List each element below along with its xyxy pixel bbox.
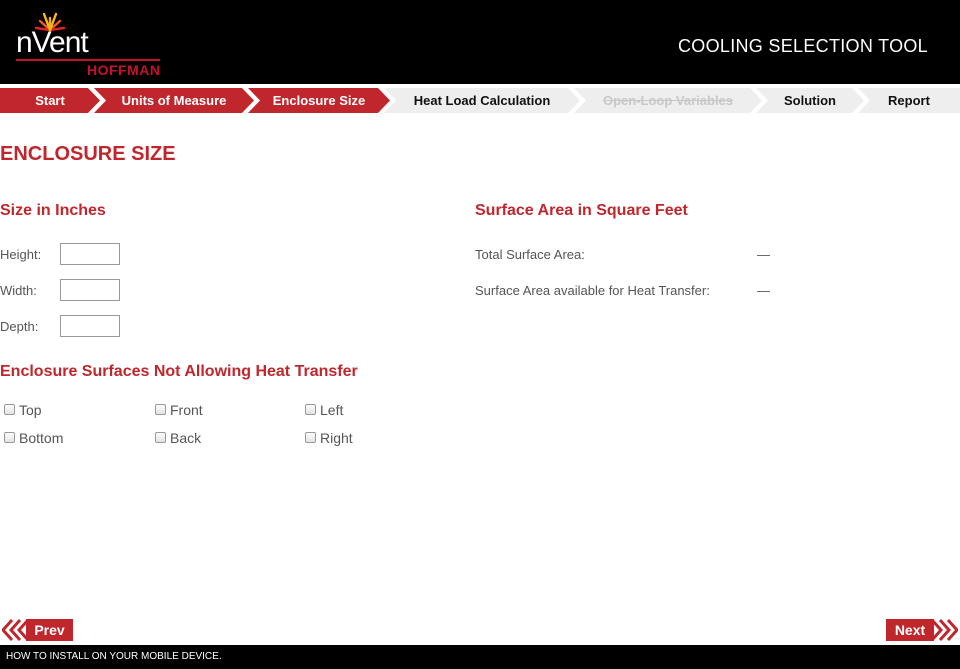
- checkbox-top[interactable]: Top: [4, 402, 42, 418]
- app-footer: HOW TO INSTALL ON YOUR MOBILE DEVICE.: [0, 645, 960, 669]
- progress-steps: Start Units of Measure Enclosure Size He…: [0, 88, 960, 113]
- step-open-loop-variables: Open-Loop Variables: [574, 88, 762, 113]
- step-report[interactable]: Report: [858, 88, 960, 113]
- height-label: Height:: [0, 247, 42, 262]
- step-enclosure-size[interactable]: Enclosure Size: [248, 88, 390, 113]
- checkbox-box[interactable]: [305, 403, 316, 415]
- step-label: Open-Loop Variables: [602, 93, 734, 108]
- total-surface-area-label: Total Surface Area:: [475, 247, 585, 262]
- surfaces-section-title: Enclosure Surfaces Not Allowing Heat Tra…: [0, 363, 358, 380]
- next-button-label: Next: [886, 619, 934, 641]
- checkbox-label: Right: [320, 430, 353, 446]
- checkbox-label: Front: [170, 402, 203, 418]
- app-header: nVent HOFFMAN COOLING SELECTION TOOL: [0, 0, 960, 84]
- next-button[interactable]: Next: [886, 619, 958, 641]
- step-label: Solution: [784, 93, 836, 108]
- checkbox-front[interactable]: Front: [155, 402, 203, 418]
- checkbox-bottom[interactable]: Bottom: [4, 430, 63, 446]
- checkbox-label: Bottom: [19, 430, 64, 446]
- checkbox-back[interactable]: Back: [155, 430, 201, 446]
- available-surface-area-label: Surface Area available for Heat Transfer…: [475, 283, 710, 298]
- prev-button[interactable]: Prev: [2, 619, 74, 641]
- checkbox-right[interactable]: Right: [305, 430, 353, 446]
- height-input[interactable]: [60, 243, 120, 265]
- checkbox-box[interactable]: [4, 403, 15, 415]
- logo-underline: [16, 59, 160, 61]
- step-start[interactable]: Start: [0, 88, 100, 113]
- total-surface-area-value: —: [757, 247, 770, 262]
- step-units-of-measure[interactable]: Units of Measure: [94, 88, 254, 113]
- step-heat-load-calculation[interactable]: Heat Load Calculation: [384, 88, 580, 113]
- step-label: Heat Load Calculation: [413, 93, 551, 108]
- double-chevron-right-icon: [930, 619, 958, 641]
- prev-button-label: Prev: [26, 619, 73, 641]
- checkbox-label: Top: [19, 402, 42, 418]
- step-label: Units of Measure: [121, 93, 227, 108]
- step-label: Enclosure Size: [272, 93, 366, 108]
- logo-sub-text: HOFFMAN: [87, 62, 161, 78]
- available-surface-area-value: —: [757, 283, 770, 298]
- step-label: Report: [888, 93, 930, 108]
- nvent-hoffman-logo[interactable]: nVent HOFFMAN: [16, 8, 166, 78]
- depth-label: Depth:: [0, 319, 39, 334]
- checkbox-label: Left: [320, 402, 344, 418]
- size-section-title: Size in Inches: [0, 202, 106, 219]
- page-title: ENCLOSURE SIZE: [0, 143, 176, 165]
- surface-area-section-title: Surface Area in Square Feet: [475, 202, 688, 219]
- app-title: COOLING SELECTION TOOL: [678, 36, 928, 56]
- checkbox-box[interactable]: [155, 403, 166, 415]
- checkbox-box[interactable]: [305, 431, 316, 443]
- checkbox-label: Back: [170, 430, 202, 446]
- checkbox-box[interactable]: [4, 431, 15, 443]
- logo-brand-text: nVent: [16, 26, 89, 59]
- mobile-install-link[interactable]: HOW TO INSTALL ON YOUR MOBILE DEVICE.: [6, 651, 222, 662]
- step-solution[interactable]: Solution: [756, 88, 864, 113]
- checkbox-box[interactable]: [155, 431, 166, 443]
- width-label: Width:: [0, 283, 37, 298]
- step-label: Start: [35, 93, 65, 108]
- checkbox-left[interactable]: Left: [305, 402, 343, 418]
- depth-input[interactable]: [60, 315, 120, 337]
- width-input[interactable]: [60, 279, 120, 301]
